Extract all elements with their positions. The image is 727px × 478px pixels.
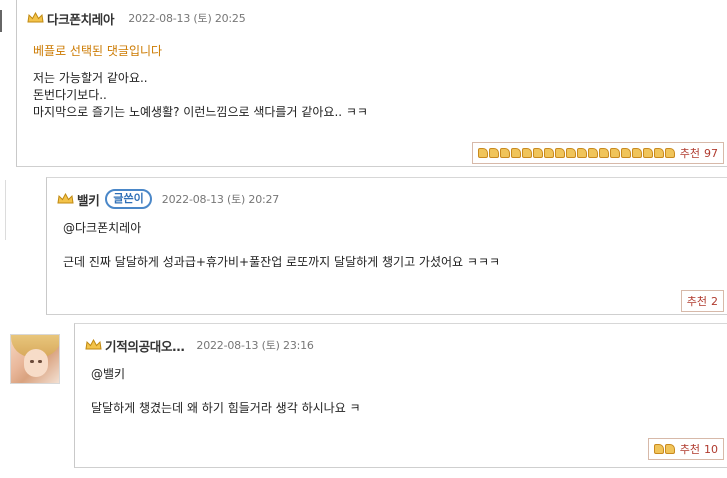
crown-icon	[57, 193, 74, 204]
recommend-label: 추천	[686, 295, 707, 308]
comment-date: 2022-08-13 (토) 20:25	[128, 12, 246, 25]
recommend-button[interactable]: 추천 2	[680, 290, 724, 312]
recommend-count: 10	[704, 442, 718, 456]
thumbs-up-icon	[510, 148, 521, 158]
thumbs-up-icon	[521, 148, 532, 158]
comment-date: 2022-08-13 (토) 20:27	[161, 193, 280, 206]
comment-line: 돈번다기보다..	[33, 88, 107, 102]
left-edge-box	[0, 180, 6, 240]
thumbs-up-icon	[653, 148, 664, 158]
comment-item: 밸키 글쓴이 2022-08-13 (토) 20:27 @다크폰치레아 근데 진…	[46, 177, 727, 315]
comment-body: @밸키 달달하게 챙겼는데 왜 하기 힘들거라 생각 하시나요 ㅋ	[91, 366, 361, 417]
comment-body: 저는 가능할거 같아요.. 돈번다기보다.. 마지막으로 즐기는 노예생활? 이…	[33, 70, 368, 121]
thumbs-up-icon-row	[477, 148, 676, 158]
thumbs-up-icon	[609, 148, 620, 158]
thumbs-up-icon	[477, 148, 488, 158]
thumbs-up-icon	[488, 148, 499, 158]
recommend-count: 97	[704, 146, 718, 160]
thumbs-up-icon	[598, 148, 609, 158]
comment-body: @다크폰치레아 근데 진짜 달달하게 성과급+휴가비+풀잔업 로또까지 달달하게…	[63, 220, 500, 271]
best-comment-label: 베플로 선택된 댓글입니다	[33, 44, 163, 58]
comment-line-blank	[63, 237, 500, 254]
thumbs-up-icon	[664, 148, 675, 158]
thumbs-up-icon	[653, 444, 664, 454]
thumbs-up-icon	[532, 148, 543, 158]
comment-author[interactable]: 기적의공대오…	[105, 336, 185, 355]
thumbs-up-icon	[664, 444, 675, 454]
thumbs-up-icon	[565, 148, 576, 158]
comment-line: 저는 가능할거 같아요..	[33, 71, 148, 85]
thumbs-up-icon	[543, 148, 554, 158]
comment-line: @다크폰치레아	[63, 221, 142, 235]
recommend-button[interactable]: 추천 10	[647, 438, 724, 460]
crown-icon	[85, 339, 102, 350]
left-edge-marker	[0, 10, 2, 32]
recommend-button[interactable]: 추천 97	[471, 142, 724, 164]
recommend-label: 추천	[679, 443, 700, 456]
thumbs-up-icon-row	[653, 444, 676, 454]
avatar[interactable]	[10, 334, 60, 384]
comment-date: 2022-08-13 (토) 23:16	[196, 339, 314, 352]
thumbs-up-icon	[587, 148, 598, 158]
thumbs-up-icon	[631, 148, 642, 158]
writer-badge: 글쓴이	[105, 189, 152, 209]
comment-line: @밸키	[91, 367, 126, 381]
comment-header: 밸키 글쓴이 2022-08-13 (토) 20:27	[47, 180, 727, 218]
comment-line: 마지막으로 즐기는 노예생활? 이런느낌으로 색다를거 같아요.. ㅋㅋ	[33, 105, 368, 119]
crown-icon	[27, 12, 44, 23]
recommend-count: 2	[711, 294, 718, 308]
comment-item: 다크폰치레아 2022-08-13 (토) 20:25 베플로 선택된 댓글입니…	[16, 0, 727, 167]
thumbs-up-icon	[620, 148, 631, 158]
comment-header: 기적의공대오… 2022-08-13 (토) 23:16	[75, 326, 727, 364]
comment-header: 다크폰치레아 2022-08-13 (토) 20:25	[17, 0, 727, 36]
thumbs-up-icon	[576, 148, 587, 158]
comment-line-blank	[91, 383, 361, 400]
thumbs-up-icon	[499, 148, 510, 158]
comment-author[interactable]: 다크폰치레아	[47, 9, 115, 28]
thumbs-up-icon	[642, 148, 653, 158]
comment-author[interactable]: 밸키	[77, 190, 100, 209]
comment-item: 기적의공대오… 2022-08-13 (토) 23:16 @밸키 달달하게 챙겼…	[74, 323, 727, 468]
thumbs-up-icon	[554, 148, 565, 158]
recommend-label: 추천	[679, 147, 700, 160]
comment-line: 근데 진짜 달달하게 성과급+휴가비+풀잔업 로또까지 달달하게 챙기고 가셨어…	[63, 255, 501, 269]
comment-line: 달달하게 챙겼는데 왜 하기 힘들거라 생각 하시나요 ㅋ	[91, 401, 361, 415]
